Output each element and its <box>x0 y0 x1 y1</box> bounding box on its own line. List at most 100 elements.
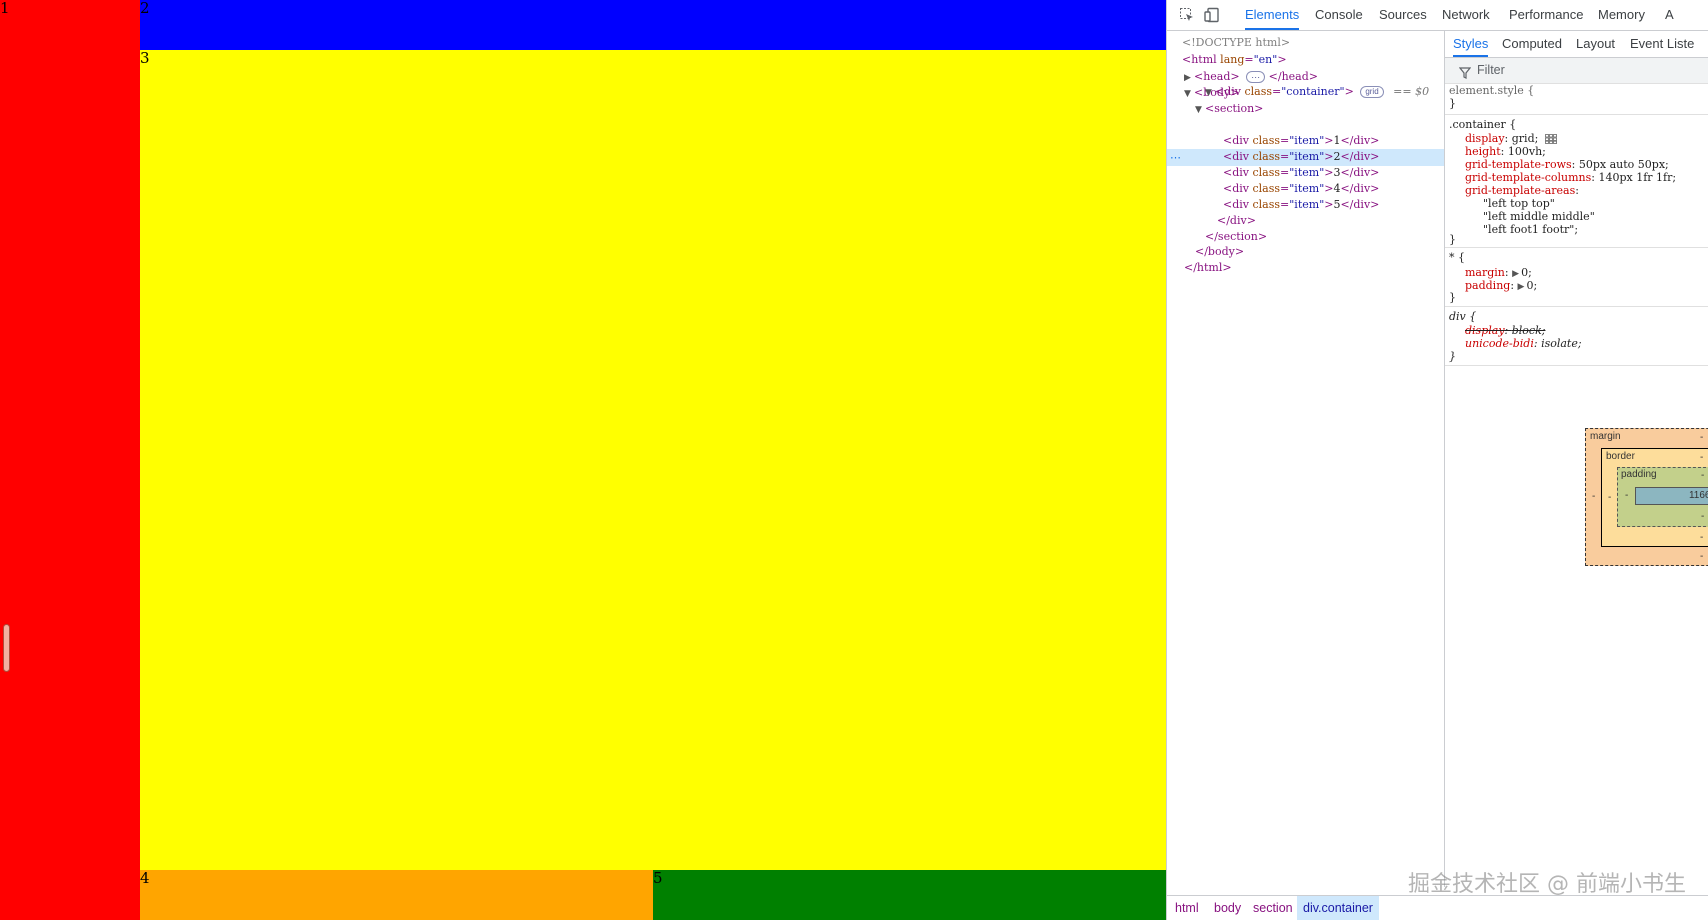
tab-elements[interactable]: Elements <box>1245 0 1300 30</box>
breadcrumb-div-container[interactable]: div.container <box>1297 896 1379 920</box>
dom-body-close[interactable]: </body> <box>1195 243 1244 260</box>
decl-grid-template-rows[interactable]: grid-template-rows: 50px auto 50px; <box>1465 158 1669 172</box>
div-close-tag: </div> <box>1340 166 1380 179</box>
subtab-event-listeners[interactable]: Event Liste <box>1630 31 1694 57</box>
dom-div-item-1[interactable]: <div class="item">1</div> <box>1223 132 1379 149</box>
rule-close-brace: } <box>1449 291 1456 304</box>
node-menu-icon[interactable]: ⋯ <box>1170 149 1181 166</box>
item-1-label: 1 <box>0 0 10 17</box>
selector-universal: * { <box>1449 251 1465 264</box>
inspect-element-icon[interactable] <box>1179 7 1195 23</box>
rule-close-brace: } <box>1449 350 1456 363</box>
collapse-triangle-icon[interactable]: ▼ <box>1205 85 1215 102</box>
prop-name: grid-template-rows <box>1465 158 1572 171</box>
collapse-triangle-icon[interactable]: ▼ <box>1184 86 1194 103</box>
class-attr: class <box>1252 166 1281 179</box>
class-attr: class <box>1244 85 1273 98</box>
rule-universal[interactable]: * { margin: ▶ 0; padding: ▶ 0; } <box>1445 248 1708 307</box>
expand-triangle-icon[interactable]: ▶ <box>1518 280 1527 294</box>
prop-value: 0; <box>1521 266 1532 279</box>
class-attr: class <box>1252 150 1281 163</box>
box-model-margin[interactable]: margin - - - border - - - padding - - - … <box>1585 428 1708 566</box>
dom-div-container[interactable]: ▼ <div class="container"> grid == $0 <box>1205 83 1429 100</box>
subtab-styles[interactable]: Styles <box>1453 31 1489 57</box>
rule-container[interactable]: .container { display: grid; height: 100v… <box>1445 115 1708 248</box>
html-tag: <html <box>1182 53 1217 66</box>
doctype-text: <!DOCTYPE html> <box>1182 36 1291 49</box>
dom-html-close[interactable]: </html> <box>1184 259 1232 276</box>
breadcrumb-section[interactable]: section <box>1253 896 1293 920</box>
dom-section[interactable]: ▼ <section> <box>1195 100 1263 117</box>
decl-grid-template-areas[interactable]: grid-template-areas: <box>1465 184 1579 198</box>
rule-element-style[interactable]: element.style { } <box>1445 84 1708 115</box>
class-attr: class <box>1252 134 1281 147</box>
decl-height[interactable]: height: 100vh; <box>1465 145 1546 159</box>
decl-padding[interactable]: padding: ▶ 0; <box>1465 279 1537 294</box>
prop-value: isolate; <box>1541 337 1582 350</box>
filter-icon <box>1458 64 1472 83</box>
tab-performance[interactable]: Performance <box>1509 0 1583 30</box>
dom-div-close[interactable]: </div> <box>1217 212 1256 229</box>
item-3-label: 3 <box>140 49 150 67</box>
box-model-content[interactable]: 1166×919 <box>1635 487 1708 505</box>
grid-editor-icon[interactable] <box>1544 134 1557 144</box>
subtab-layout[interactable]: Layout <box>1576 31 1615 57</box>
prop-value: 50px auto 50px; <box>1578 158 1669 171</box>
head-close-tag: </head> <box>1268 70 1318 83</box>
collapsed-ellipsis-icon[interactable]: ⋯ <box>1246 71 1266 83</box>
dom-tree: ⋯ <!DOCTYPE html> <html lang="en"> ▶ <hea… <box>1167 31 1445 887</box>
div-close-tag: </div> <box>1217 214 1256 227</box>
margin-left-value: - <box>1592 491 1596 502</box>
devtools-tabbar: Elements Console Sources Network Perform… <box>1167 0 1708 31</box>
devtools-panel: Elements Console Sources Network Perform… <box>1166 0 1708 920</box>
item-5-label: 5 <box>653 869 663 887</box>
decl-grid-template-columns[interactable]: grid-template-columns: 140px 1fr 1fr; <box>1465 171 1676 185</box>
dom-html[interactable]: <html lang="en"> <box>1182 51 1287 68</box>
prop-value: 100vh; <box>1507 145 1546 158</box>
class-value: "item" <box>1289 182 1325 195</box>
selector-div: div { <box>1449 310 1477 323</box>
prop-value: block; <box>1511 324 1546 337</box>
decl-unicode-bidi: unicode-bidi: isolate; <box>1465 337 1582 350</box>
breadcrumb-body[interactable]: body <box>1214 896 1241 920</box>
grid-item-left: 1 <box>0 0 140 920</box>
decl-display[interactable]: display: grid; <box>1465 132 1557 146</box>
tab-memory[interactable]: Memory <box>1598 0 1645 30</box>
collapse-triangle-icon[interactable]: ▼ <box>1195 102 1205 119</box>
dom-div-item-4[interactable]: <div class="item">4</div> <box>1223 180 1379 197</box>
box-model-diagram: margin - - - border - - - padding - - - … <box>1585 428 1708 566</box>
class-value: "container" <box>1281 85 1345 98</box>
device-toolbar-icon[interactable] <box>1204 7 1220 23</box>
class-value: "item" <box>1289 134 1325 147</box>
dom-div-item-5[interactable]: <div class="item">5</div> <box>1223 196 1379 213</box>
border-left-value: - <box>1608 492 1612 503</box>
tab-console[interactable]: Console <box>1315 0 1363 30</box>
tab-sources[interactable]: Sources <box>1379 0 1427 30</box>
prop-name: grid-template-columns <box>1465 171 1592 184</box>
subtab-computed[interactable]: Computed <box>1502 31 1562 57</box>
dom-doctype[interactable]: <!DOCTYPE html> <box>1182 34 1290 51</box>
margin-label: margin <box>1590 431 1621 442</box>
prop-name: grid-template-areas <box>1465 184 1576 197</box>
box-model-border[interactable]: border - - - padding - - - 1166×919 <box>1601 448 1708 547</box>
areas-line-3: "left foot1 footr"; <box>1483 223 1579 236</box>
rule-close-brace: } <box>1449 233 1456 246</box>
tab-network[interactable]: Network <box>1442 0 1490 30</box>
div-close-tag: </div> <box>1340 150 1380 163</box>
box-model-padding[interactable]: padding - - - 1166×919 <box>1617 467 1708 527</box>
watermark: 掘金技术社区 @ 前端小书生 <box>1408 872 1686 897</box>
tab-application-truncated[interactable]: A <box>1665 0 1674 30</box>
rule-div-user-agent[interactable]: div { display: block; unicode-bidi: isol… <box>1445 307 1708 366</box>
padding-bottom-value: - <box>1701 511 1705 522</box>
resize-handle[interactable] <box>3 624 10 672</box>
grid-badge[interactable]: grid <box>1360 86 1384 98</box>
breadcrumb-html[interactable]: html <box>1175 896 1199 920</box>
dom-div-item-3[interactable]: <div class="item">3</div> <box>1223 164 1379 181</box>
body-close-tag: </body> <box>1195 245 1245 258</box>
decl-display-overridden: display: block; <box>1465 324 1546 337</box>
selector-element-style: element.style { <box>1449 84 1535 97</box>
dom-div-item-2[interactable]: <div class="item">2</div> <box>1223 148 1379 165</box>
padding-left-value: - <box>1625 490 1629 501</box>
grid-item-foot1: 4 <box>140 870 653 920</box>
filter-bar[interactable]: Filter <box>1445 58 1708 84</box>
